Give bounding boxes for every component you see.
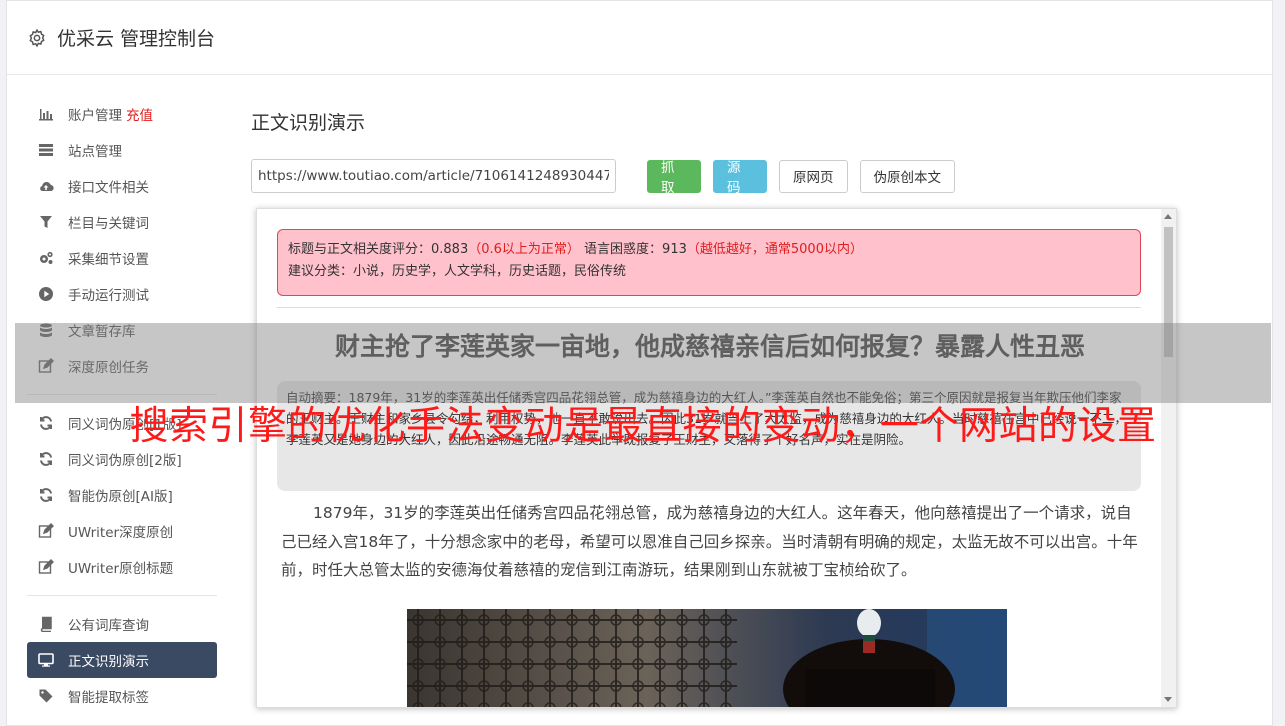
main-content: 正文识别演示 抓取 源码 原网页 伪原创本文 标题与正文相关度评分：0.883（… <box>251 96 1261 708</box>
sidebar-item-label: 正文识别演示 <box>68 654 149 670</box>
relevance-score: 标题与正文相关度评分：0.883 <box>288 242 469 257</box>
sidebar-item-label: 接口文件相关 <box>68 180 149 196</box>
article-body: 1879年，31岁的李莲英出任储秀宫四品花翎总管，成为慈禧身边的大红人。这年春天… <box>281 504 1138 579</box>
original-page-button[interactable]: 原网页 <box>779 159 848 193</box>
result-viewer[interactable]: 标题与正文相关度评分：0.883（0.6以上为正常） 语言困惑度：913（越低越… <box>256 208 1177 708</box>
desktop-icon <box>38 652 54 668</box>
sidebar-item-label: 采集细节设置 <box>68 252 149 268</box>
sidebar-item-label: UWriter深度原创 <box>68 525 174 541</box>
play-circle-icon <box>38 286 54 302</box>
sidebar-item-label: 栏目与关键词 <box>68 216 149 232</box>
scroll-down-arrow[interactable] <box>1164 697 1172 702</box>
sidebar-item-account[interactable]: 账户管理 充值 <box>27 96 217 132</box>
sidebar-item-sites[interactable]: 站点管理 <box>27 132 217 168</box>
perplexity-note: （越低越好，通常5000以内） <box>686 242 863 257</box>
sidebar-item-label: UWriter原创标题 <box>68 561 174 577</box>
overlay-caption: 搜索引擎的优化手法变动是最直接的变动，一个网站的设置 <box>129 404 1157 449</box>
tag-icon <box>38 688 54 704</box>
page-title: 正文识别演示 <box>251 112 366 134</box>
sidebar-item-label: 智能提取标签 <box>68 690 149 706</box>
relevance-note: （0.6以上为正常） <box>468 242 580 257</box>
sidebar-item-interface-files[interactable]: 接口文件相关 <box>27 168 217 204</box>
book-icon <box>38 616 54 632</box>
bar-chart-icon <box>38 106 54 122</box>
filter-icon <box>38 214 54 230</box>
sidebar-item-text-recognition[interactable]: 正文识别演示 <box>27 642 217 678</box>
sidebar-item-extract-tags[interactable]: 智能提取标签 <box>27 678 217 714</box>
overlay-banner <box>15 323 1271 403</box>
scroll-up-arrow[interactable] <box>1164 214 1172 219</box>
toolbar: 抓取 源码 原网页 伪原创本文 <box>251 159 1261 196</box>
sidebar-item-collect-settings[interactable]: 采集细节设置 <box>27 240 217 276</box>
rewrite-article-button[interactable]: 伪原创本文 <box>859 159 955 193</box>
edit-icon <box>38 523 54 539</box>
sidebar-item-columns-keywords[interactable]: 栏目与关键词 <box>27 204 217 240</box>
sidebar-item-uwriter-title[interactable]: UWriter原创标题 <box>27 549 217 585</box>
gear-icon <box>29 28 45 47</box>
header: 优采云 管理控制台 <box>7 1 1272 75</box>
app-title: 优采云 管理控制台 <box>57 28 216 50</box>
category-suggestion: 建议分类：小说，历史学，人文学科，历史话题，民俗传统 <box>288 264 627 279</box>
recharge-link[interactable]: 充值 <box>126 104 153 124</box>
sidebar-item-label: 公有词库查询 <box>68 618 149 634</box>
url-input[interactable] <box>251 159 616 193</box>
article-image <box>407 609 1007 707</box>
sidebar-item-public-lexicon[interactable]: 公有词库查询 <box>27 606 217 642</box>
viewer-scrollbar[interactable] <box>1161 209 1176 707</box>
cloud-upload-icon <box>38 178 54 194</box>
divider <box>277 307 1141 308</box>
source-button[interactable]: 源码 <box>713 159 767 196</box>
sidebar-divider <box>27 595 217 596</box>
sidebar-item-label: 手动运行测试 <box>68 288 149 304</box>
fetch-button[interactable]: 抓取 <box>647 159 701 196</box>
sidebar-item-uwriter-deep[interactable]: UWriter深度原创 <box>27 513 217 549</box>
sidebar-item-label: 站点管理 <box>68 144 122 160</box>
perplexity-score: 语言困惑度：913 <box>584 242 687 257</box>
sidebar-item-label: 智能伪原创[AI版] <box>68 489 173 505</box>
refresh-icon <box>38 487 54 503</box>
edit-icon <box>38 559 54 575</box>
sidebar-item-label: 账户管理 <box>68 108 122 124</box>
server-icon <box>38 142 54 158</box>
sidebar-item-ai-rewrite[interactable]: 智能伪原创[AI版] <box>27 477 217 513</box>
sidebar-item-manual-run[interactable]: 手动运行测试 <box>27 276 217 312</box>
score-alert: 标题与正文相关度评分：0.883（0.6以上为正常） 语言困惑度：913（越低越… <box>277 229 1141 296</box>
cogs-icon <box>38 250 54 266</box>
